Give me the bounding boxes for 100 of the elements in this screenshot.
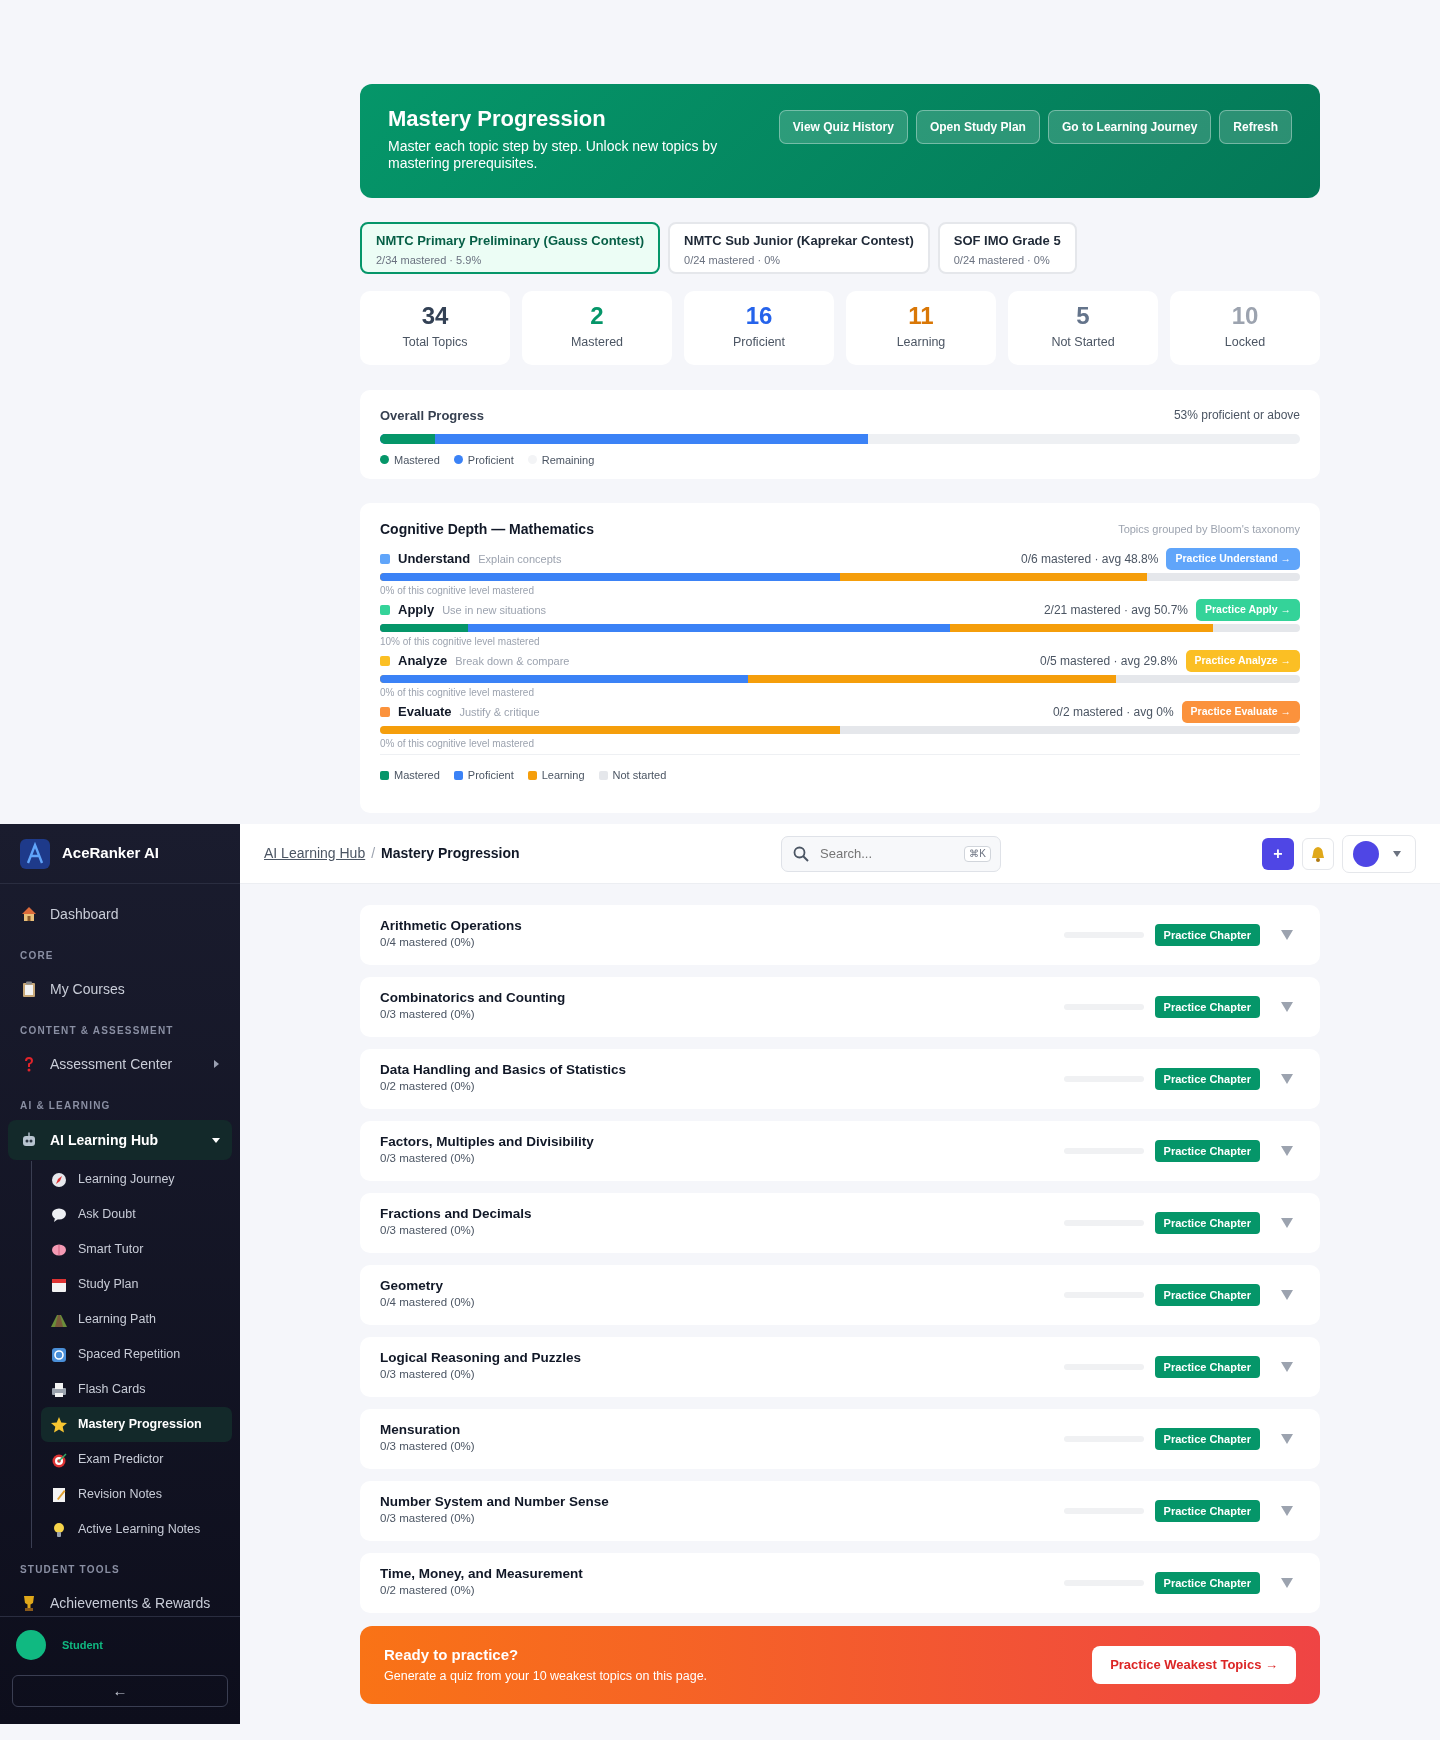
- nav-subitem[interactable]: Revision Notes: [41, 1477, 232, 1512]
- legend-item: Mastered: [380, 767, 440, 784]
- level-description: Justify & critique: [459, 704, 540, 720]
- chapter-summary: 0/3 mastered (0%): [380, 1151, 476, 1167]
- level-summary: 0/2 mastered · avg 0%: [1052, 704, 1174, 721]
- practice-chapter-button[interactable]: Practice Chapter: [1154, 1427, 1260, 1451]
- legend-item: Proficient: [453, 451, 514, 468]
- house-icon: [20, 905, 38, 923]
- nav-subitem[interactable]: Learning Path: [41, 1302, 232, 1337]
- nav-subitem[interactable]: Mastery Progression: [41, 1407, 232, 1442]
- nav-item[interactable]: Dashboard: [0, 894, 240, 934]
- stat-label: Learning: [895, 334, 947, 352]
- caret-icon[interactable]: [1280, 1073, 1294, 1085]
- breadcrumb-separator: /: [371, 844, 376, 863]
- section-heading: STUDENT TOOLS: [19, 1563, 121, 1577]
- star-icon: [50, 1415, 68, 1434]
- legend-item: Learning: [527, 767, 585, 784]
- practice-chapter-button[interactable]: Practice Chapter: [1154, 1139, 1260, 1163]
- nav-item[interactable]: Achievements & Rewards: [0, 1583, 240, 1616]
- stat-label: Locked: [1223, 334, 1267, 352]
- legend-item: Not started: [598, 767, 667, 784]
- cta-text: Generate a quiz from your 10 weakest topics on this page.: [384, 1667, 708, 1685]
- caret-icon[interactable]: [1280, 1433, 1294, 1445]
- action-button[interactable]: Open Study Plan: [915, 110, 1040, 144]
- legend-item: Remaining: [527, 451, 595, 468]
- refresh-icon: [50, 1345, 68, 1364]
- user-name: Student: [62, 1637, 103, 1653]
- caret-icon[interactable]: [1280, 1577, 1294, 1589]
- exam-tab[interactable]: NMTC Sub Junior (Kaprekar Contest) 0/24 mastered · 0%: [668, 222, 930, 274]
- level-description: Use in new situations: [442, 602, 547, 618]
- level-footnote: 0% of this cognitive level mastered: [380, 737, 535, 751]
- nav-subitem[interactable]: Ask Doubt: [41, 1197, 232, 1232]
- stat-value: 34: [420, 303, 450, 330]
- level-summary: 0/6 mastered · avg 48.8%: [1021, 551, 1159, 568]
- practice-chapter-button[interactable]: Practice Chapter: [1154, 1355, 1260, 1379]
- caret-icon[interactable]: [1280, 1217, 1294, 1229]
- printer-icon: [50, 1380, 68, 1399]
- nav-subitem[interactable]: Flash Cards: [41, 1372, 232, 1407]
- collapse-button[interactable]: ←: [12, 1675, 228, 1707]
- card-title: Cognitive Depth — Mathematics: [380, 520, 594, 539]
- caret-icon[interactable]: [1280, 1505, 1294, 1517]
- caret-icon[interactable]: [1280, 929, 1294, 941]
- level-name: Evaluate: [398, 703, 452, 722]
- caret-icon: [212, 1060, 220, 1068]
- nav-item[interactable]: Assessment Center: [0, 1044, 240, 1084]
- chapter-name: Fractions and Decimals: [380, 1206, 532, 1223]
- level-name: Apply: [398, 601, 435, 620]
- level-description: Break down & compare: [455, 653, 570, 669]
- notification-button[interactable]: [1302, 837, 1334, 870]
- exam-tab[interactable]: NMTC Primary Preliminary (Gauss Contest) 2/34 mastered · 5.9%: [360, 222, 661, 274]
- nav-subitem[interactable]: Exam Predictor: [41, 1442, 232, 1477]
- practice-weakest-button[interactable]: Practice Weakest Topics →: [1092, 1646, 1296, 1684]
- level-footnote: 0% of this cognitive level mastered: [380, 686, 535, 700]
- stat-label: Mastered: [569, 334, 625, 352]
- nav-subitem[interactable]: Smart Tutor: [41, 1232, 232, 1267]
- stat-value: 5: [1075, 303, 1091, 330]
- caret-icon[interactable]: [1280, 1361, 1294, 1373]
- chapter-summary: 0/3 mastered (0%): [380, 1439, 475, 1455]
- stat-value: 11: [907, 303, 935, 330]
- stat-value: 10: [1230, 303, 1260, 330]
- robot-icon: [20, 1131, 38, 1149]
- stat-label: Total Topics: [401, 334, 469, 352]
- exam-tab[interactable]: SOF IMO Grade 5 0/24 mastered · 0%: [937, 222, 1077, 274]
- chapter-summary: 0/3 mastered (0%): [380, 1511, 476, 1527]
- caret-icon[interactable]: [1280, 1289, 1294, 1301]
- practice-chapter-button[interactable]: Practice Chapter: [1154, 995, 1260, 1019]
- level-footnote: 0% of this cognitive level mastered: [380, 584, 535, 598]
- practice-chapter-button[interactable]: Practice Chapter: [1154, 923, 1260, 947]
- level-summary: 2/21 mastered · avg 50.7%: [1043, 602, 1188, 619]
- chapter-name: Geometry: [380, 1278, 445, 1295]
- level-summary: 0/5 mastered · avg 29.8%: [1040, 653, 1178, 670]
- caret-icon[interactable]: [1280, 1145, 1294, 1157]
- nav-subitem[interactable]: Active Learning Notes: [41, 1512, 232, 1547]
- breadcrumb-item[interactable]: AI Learning Hub: [264, 843, 366, 864]
- section-heading: CORE: [19, 949, 55, 963]
- nav-item[interactable]: My Courses: [0, 969, 240, 1009]
- practice-chapter-button[interactable]: Practice Chapter: [1154, 1571, 1260, 1595]
- practice-chapter-button[interactable]: Practice Chapter: [1154, 1067, 1260, 1091]
- search-icon: [793, 845, 809, 862]
- user-menu-button[interactable]: [1342, 834, 1416, 873]
- chapter-summary: 0/4 mastered (0%): [380, 935, 476, 951]
- practice-chapter-button[interactable]: Practice Chapter: [1154, 1283, 1260, 1307]
- action-button[interactable]: Refresh: [1219, 110, 1292, 144]
- level-description: Explain concepts: [478, 551, 562, 567]
- card-note: Topics grouped by Bloom's taxonomy: [1118, 522, 1300, 538]
- logo-icon: [20, 838, 50, 869]
- nav-subitem[interactable]: Spaced Repetition: [41, 1337, 232, 1372]
- practice-chapter-button[interactable]: Practice Chapter: [1154, 1499, 1260, 1523]
- nav-subitem[interactable]: Study Plan: [41, 1267, 232, 1302]
- page-subtitle: Master each topic step by step. Unlock new topics by mastering prerequisites.: [388, 138, 719, 172]
- nav-subitem[interactable]: Learning Journey: [41, 1162, 232, 1197]
- page-title: Mastery Progression: [388, 106, 607, 133]
- chapter-name: Combinatorics and Counting: [380, 990, 566, 1007]
- caret-icon[interactable]: [1280, 1001, 1294, 1013]
- add-button[interactable]: +: [1262, 837, 1294, 870]
- nav-item[interactable]: AI Learning Hub: [8, 1120, 232, 1160]
- stat-value: 16: [744, 303, 774, 330]
- action-button[interactable]: Go to Learning Journey: [1047, 110, 1212, 144]
- notepad-icon: [50, 1485, 68, 1504]
- practice-chapter-button[interactable]: Practice Chapter: [1154, 1211, 1260, 1235]
